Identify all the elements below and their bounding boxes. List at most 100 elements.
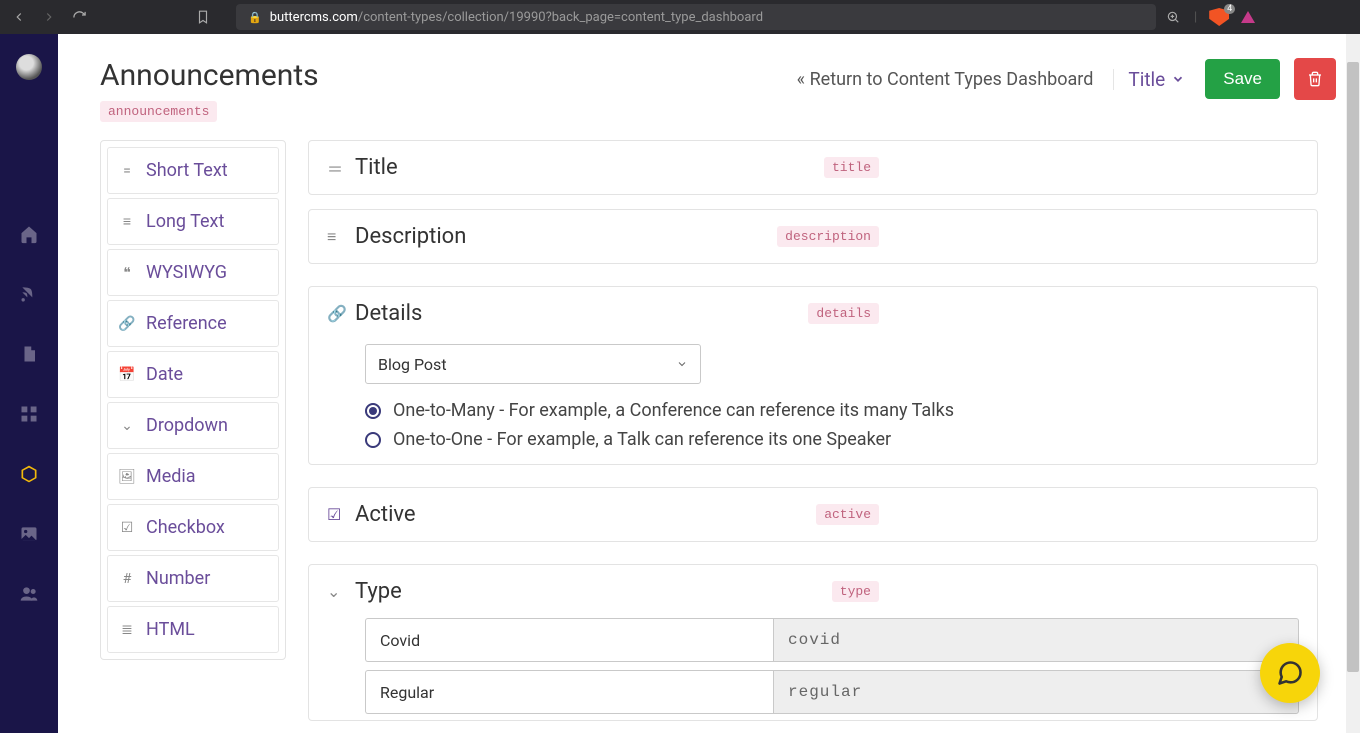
palette-label: Date (146, 364, 183, 385)
palette-label: Reference (146, 313, 227, 334)
title-dropdown[interactable]: Title (1128, 68, 1191, 91)
shields-icon[interactable]: 4 (1209, 8, 1229, 26)
content-types-icon[interactable] (17, 462, 41, 486)
scrollbar[interactable] (1346, 34, 1360, 733)
delete-button[interactable] (1294, 58, 1336, 100)
shields-count: 4 (1224, 4, 1235, 14)
return-link[interactable]: « Return to Content Types Dashboard (797, 69, 1115, 90)
chevron-down-icon: ⌄ (118, 418, 136, 434)
field-card-description[interactable]: ≡ Description description (308, 209, 1318, 264)
link-icon: 🔗 (118, 316, 136, 332)
media-icon[interactable] (17, 522, 41, 546)
palette-label: Media (146, 466, 196, 487)
checkbox-icon: ☑ (118, 520, 136, 536)
browser-chrome: 🔒 buttercms.com/content-types/collection… (0, 0, 1360, 34)
field-slug-badge: details (808, 303, 879, 324)
radio-label: One-to-Many - For example, a Conference … (393, 400, 954, 421)
field-slug-badge: type (832, 581, 879, 602)
brave-token-icon[interactable] (1241, 11, 1255, 23)
option-name-input[interactable]: Regular (365, 670, 773, 714)
url-bar[interactable]: 🔒 buttercms.com/content-types/collection… (236, 4, 1156, 30)
field-label: Title (355, 155, 398, 180)
palette-label: WYSIWYG (146, 262, 227, 283)
field-card-title[interactable]: ＝ Title title (308, 140, 1318, 195)
palette-label: Number (146, 568, 210, 589)
dropdown-option-row: Covid covid (365, 618, 1299, 662)
chat-widget[interactable] (1260, 643, 1320, 703)
palette-label: HTML (146, 619, 195, 640)
long-text-icon: ≡ (118, 213, 136, 230)
field-slug-badge: description (777, 226, 879, 247)
palette-short-text[interactable]: = Short Text (107, 147, 279, 194)
field-card-active[interactable]: ☑ Active active (308, 487, 1318, 542)
home-icon[interactable] (17, 222, 41, 246)
avatar[interactable] (16, 54, 42, 80)
chevron-down-icon (676, 355, 688, 374)
palette-reference[interactable]: 🔗 Reference (107, 300, 279, 347)
save-button[interactable]: Save (1205, 59, 1280, 99)
page-title: Announcements (100, 58, 319, 93)
palette-dropdown[interactable]: ⌄ Dropdown (107, 402, 279, 449)
palette-label: Dropdown (146, 415, 228, 436)
list-icon: ≣ (118, 622, 136, 638)
palette-checkbox[interactable]: ☑Checkbox (107, 504, 279, 551)
palette-long-text[interactable]: ≡ Long Text (107, 198, 279, 245)
radio-label: One-to-One - For example, a Talk can ref… (393, 429, 891, 450)
back-icon[interactable] (10, 8, 28, 26)
long-text-icon: ≡ (327, 227, 355, 247)
page-slug-badge: announcements (100, 101, 217, 122)
palette-wysiwyg[interactable]: ❝ WYSIWYG (107, 249, 279, 296)
short-text-icon: = (118, 163, 136, 179)
scrollbar-thumb[interactable] (1347, 62, 1359, 672)
palette-number[interactable]: # Number (107, 555, 279, 602)
checkbox-icon: ☑ (327, 505, 355, 524)
zoom-icon[interactable] (1164, 8, 1182, 26)
lock-icon: 🔒 (248, 11, 262, 24)
title-dropdown-label: Title (1128, 68, 1165, 91)
chevron-down-icon (1171, 68, 1185, 91)
field-slug-badge: title (824, 157, 879, 178)
main-content: Announcements announcements « Return to … (58, 34, 1360, 733)
reload-icon[interactable] (70, 8, 88, 26)
chevron-down-icon: ⌄ (327, 582, 355, 601)
field-label: Details (355, 301, 422, 326)
reference-select[interactable]: Blog Post (365, 344, 701, 384)
option-slug: covid (773, 618, 1299, 662)
collections-icon[interactable] (17, 402, 41, 426)
url-path: /content-types/collection/19990?back_pag… (358, 10, 763, 25)
radio-icon (365, 432, 381, 448)
users-icon[interactable] (17, 582, 41, 606)
link-icon: 🔗 (327, 304, 355, 323)
dropdown-option-row: Regular regular (365, 670, 1299, 714)
relation-one-to-many[interactable]: One-to-Many - For example, a Conference … (365, 400, 1299, 421)
palette-label: Short Text (146, 160, 228, 181)
pages-icon[interactable] (17, 342, 41, 366)
url-domain: buttercms.com (270, 10, 358, 25)
blog-icon[interactable] (17, 282, 41, 306)
option-name-input[interactable]: Covid (365, 618, 773, 662)
field-card-type[interactable]: ⌄ Type type Covid covid Re (308, 564, 1318, 721)
palette-html[interactable]: ≣ HTML (107, 606, 279, 653)
reference-select-value: Blog Post (378, 355, 447, 374)
image-icon: 🖼 (118, 469, 136, 485)
field-label: Active (355, 502, 416, 527)
field-label: Description (355, 224, 466, 249)
forward-icon[interactable] (40, 8, 58, 26)
hash-icon: # (118, 571, 136, 587)
relation-one-to-one[interactable]: One-to-One - For example, a Talk can ref… (365, 429, 1299, 450)
field-card-details[interactable]: 🔗 Details details Blog Post (308, 286, 1318, 465)
field-label: Type (355, 579, 402, 604)
bookmark-icon[interactable] (196, 8, 210, 26)
palette-media[interactable]: 🖼 Media (107, 453, 279, 500)
short-text-icon: ＝ (327, 156, 355, 180)
quote-icon: ❝ (118, 265, 136, 281)
page-header: Announcements announcements « Return to … (82, 44, 1336, 140)
radio-icon (365, 403, 381, 419)
app-sidebar (0, 34, 58, 733)
field-palette: = Short Text ≡ Long Text ❝ WYSIWYG 🔗 Referen… (100, 140, 286, 660)
option-slug: regular (773, 670, 1299, 714)
field-slug-badge: active (816, 504, 879, 525)
palette-date[interactable]: 📅 Date (107, 351, 279, 398)
palette-label: Long Text (146, 211, 224, 232)
calendar-icon: 📅 (118, 367, 136, 383)
